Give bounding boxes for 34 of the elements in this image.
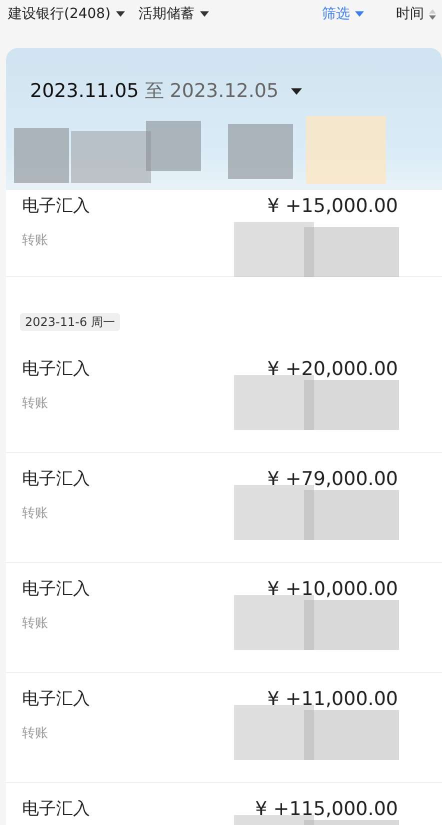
date-range-selector[interactable]: 2023.11.05 至 2023.12.05 (6, 48, 302, 104)
transaction-amount: ¥ +15,000.00 (267, 194, 398, 216)
transaction-amount: ¥ +11,000.00 (267, 688, 398, 710)
transaction-category: 转账 (22, 232, 49, 249)
transaction-amount: ¥ +79,000.00 (267, 468, 398, 490)
transaction-row[interactable]: 电子汇入 ¥ +115,000.00 (6, 783, 442, 825)
transaction-title: 电子汇入 (22, 578, 90, 600)
caret-icon (290, 88, 302, 94)
transaction-row[interactable]: 电子汇入 ¥ +10,000.00 转账 (6, 563, 442, 673)
transaction-row[interactable]: 电子汇入 ¥ +15,000.00 转账 (6, 190, 442, 277)
caret-icon (355, 11, 364, 17)
sort-button[interactable]: 时间 (396, 5, 436, 23)
transaction-title: 电子汇入 (22, 195, 90, 217)
sort-icon (429, 8, 436, 20)
transaction-row[interactable]: 电子汇入 ¥ +11,000.00 转账 (6, 673, 442, 783)
transaction-row[interactable]: 电子汇入 ¥ +20,000.00 转账 (6, 343, 442, 453)
account-dropdown[interactable]: 建设银行(2408) (8, 5, 125, 23)
transaction-category: 转账 (22, 615, 49, 632)
transaction-title: 电子汇入 (22, 468, 90, 490)
transaction-title: 电子汇入 (22, 358, 90, 380)
transaction-category: 转账 (22, 505, 49, 522)
transaction-amount: ¥ +115,000.00 (255, 798, 398, 820)
caret-icon (116, 11, 125, 17)
transaction-row[interactable]: 电子汇入 ¥ +79,000.00 转账 (6, 453, 442, 563)
transaction-amount: ¥ +20,000.00 (267, 358, 398, 380)
caret-icon (200, 11, 209, 17)
account-type-dropdown[interactable]: 活期储蓄 (138, 5, 209, 23)
transaction-category: 转账 (22, 725, 49, 742)
filter-dropdown[interactable]: 筛选 (322, 5, 364, 23)
transaction-title: 电子汇入 (22, 688, 90, 710)
transaction-amount: ¥ +10,000.00 (267, 578, 398, 600)
transaction-title: 电子汇入 (22, 798, 90, 820)
date-label: 2023-11-6 周一 (20, 313, 120, 331)
transaction-category: 转账 (22, 395, 49, 412)
